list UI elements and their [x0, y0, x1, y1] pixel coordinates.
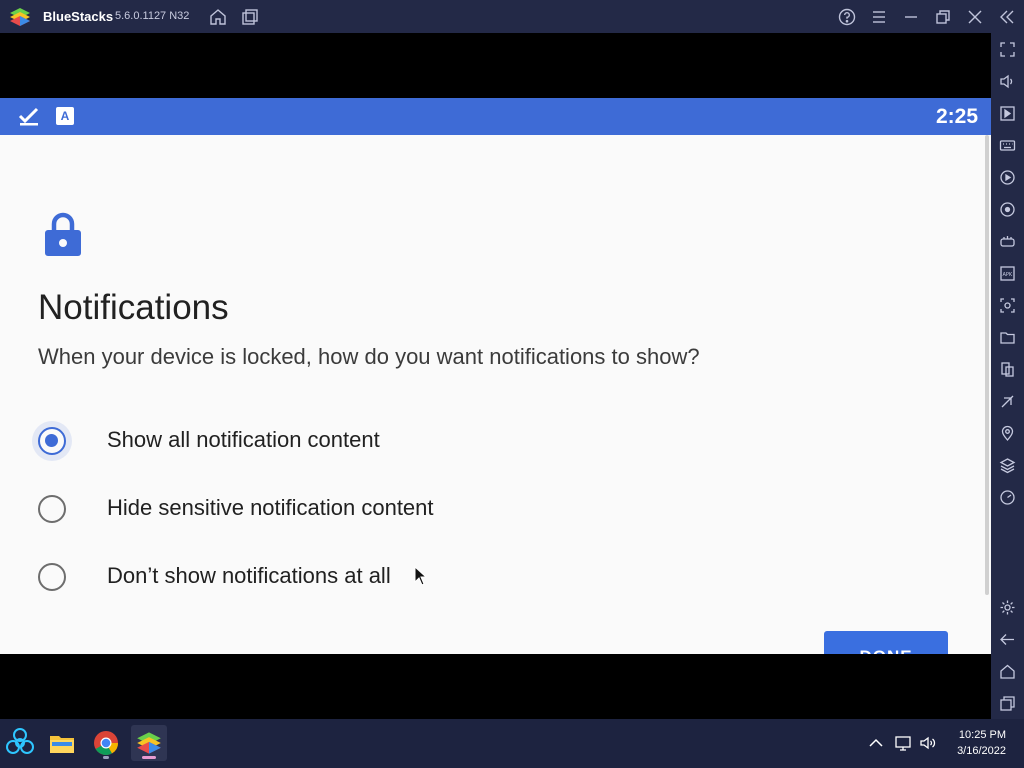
taskbar-clock[interactable]: 10:25 PM 3/16/2022: [957, 727, 1006, 759]
sync-icon[interactable]: [999, 201, 1016, 218]
app-open-indicator: [103, 756, 109, 759]
bluestacks-taskbar-icon[interactable]: [131, 725, 167, 761]
apk-install-icon[interactable]: APK: [999, 265, 1016, 282]
bluestacks-logo-icon: [10, 8, 30, 26]
lock-icon: [45, 212, 81, 256]
option-hide-sensitive[interactable]: Hide sensitive notification content: [38, 493, 638, 533]
chrome-icon[interactable]: [88, 725, 124, 761]
help-icon[interactable]: [838, 8, 856, 26]
clock-date: 3/16/2022: [957, 745, 1006, 757]
screenshot-icon[interactable]: [999, 297, 1016, 314]
network-icon[interactable]: [894, 734, 912, 752]
mouse-cursor-icon: [414, 566, 428, 586]
checkmark-icon: [18, 107, 39, 126]
app-title: BlueStacks: [43, 9, 114, 24]
multi-window-icon[interactable]: [999, 361, 1016, 378]
tray-chevron-up-icon[interactable]: [867, 734, 885, 752]
done-button[interactable]: DONE: [824, 631, 948, 654]
layers-icon[interactable]: [999, 457, 1016, 474]
close-icon[interactable]: [966, 8, 984, 26]
speaker-icon[interactable]: [919, 734, 937, 752]
svg-text:APK: APK: [1003, 272, 1013, 278]
folder-icon[interactable]: [999, 329, 1016, 346]
status-time: 2:25: [935, 105, 978, 128]
option-label: Don’t show notifications at all: [107, 563, 391, 588]
volume-icon[interactable]: [999, 73, 1016, 90]
file-explorer-icon[interactable]: [44, 725, 80, 761]
title-bar: BlueStacks 5.6.0.1127 N32: [0, 0, 1024, 33]
app-version: 5.6.0.1127 N32: [115, 10, 190, 22]
radio-button[interactable]: [38, 563, 66, 591]
accessibility-a-icon: A: [56, 107, 74, 125]
media-manager-icon[interactable]: [999, 105, 1016, 122]
back-icon[interactable]: [999, 631, 1016, 648]
fullscreen-icon[interactable]: [999, 41, 1016, 58]
menu-icon[interactable]: [870, 8, 888, 26]
performance-icon[interactable]: [999, 489, 1016, 506]
right-sidebar: APK: [991, 33, 1024, 719]
keyboard-icon[interactable]: [999, 137, 1016, 154]
android-screen: A 2:25 Notifications When your device is…: [0, 98, 991, 654]
settings-icon[interactable]: [999, 599, 1016, 616]
collapse-sidebar-icon[interactable]: [998, 8, 1016, 26]
eco-mode-icon[interactable]: [999, 393, 1016, 410]
page-title: Notifications: [38, 288, 229, 327]
radio-button[interactable]: [38, 495, 66, 523]
restore-icon[interactable]: [934, 8, 952, 26]
gamepad-icon[interactable]: [999, 233, 1016, 250]
android-status-bar: A 2:25: [0, 98, 991, 135]
home-icon[interactable]: [209, 8, 227, 26]
multi-instance-icon[interactable]: [241, 8, 259, 26]
radio-button-selected[interactable]: [38, 427, 66, 455]
recent-apps-icon[interactable]: [999, 695, 1016, 712]
minimize-icon[interactable]: [902, 8, 920, 26]
option-show-all[interactable]: Show all notification content: [32, 421, 638, 465]
windows-taskbar: 10:25 PM 3/16/2022: [0, 719, 1024, 768]
biohazard-start-icon[interactable]: [2, 725, 38, 761]
option-label: Hide sensitive notification content: [107, 495, 434, 520]
option-dont-show[interactable]: Don’t show notifications at all: [38, 561, 638, 601]
scrollbar[interactable]: [985, 135, 989, 595]
app-active-indicator: [142, 756, 156, 759]
page-subtitle: When your device is locked, how do you w…: [38, 344, 700, 369]
android-home-icon[interactable]: [999, 663, 1016, 680]
location-icon[interactable]: [999, 425, 1016, 442]
macro-icon[interactable]: [999, 169, 1016, 186]
clock-time: 10:25 PM: [958, 729, 1006, 741]
option-label: Show all notification content: [107, 427, 380, 452]
